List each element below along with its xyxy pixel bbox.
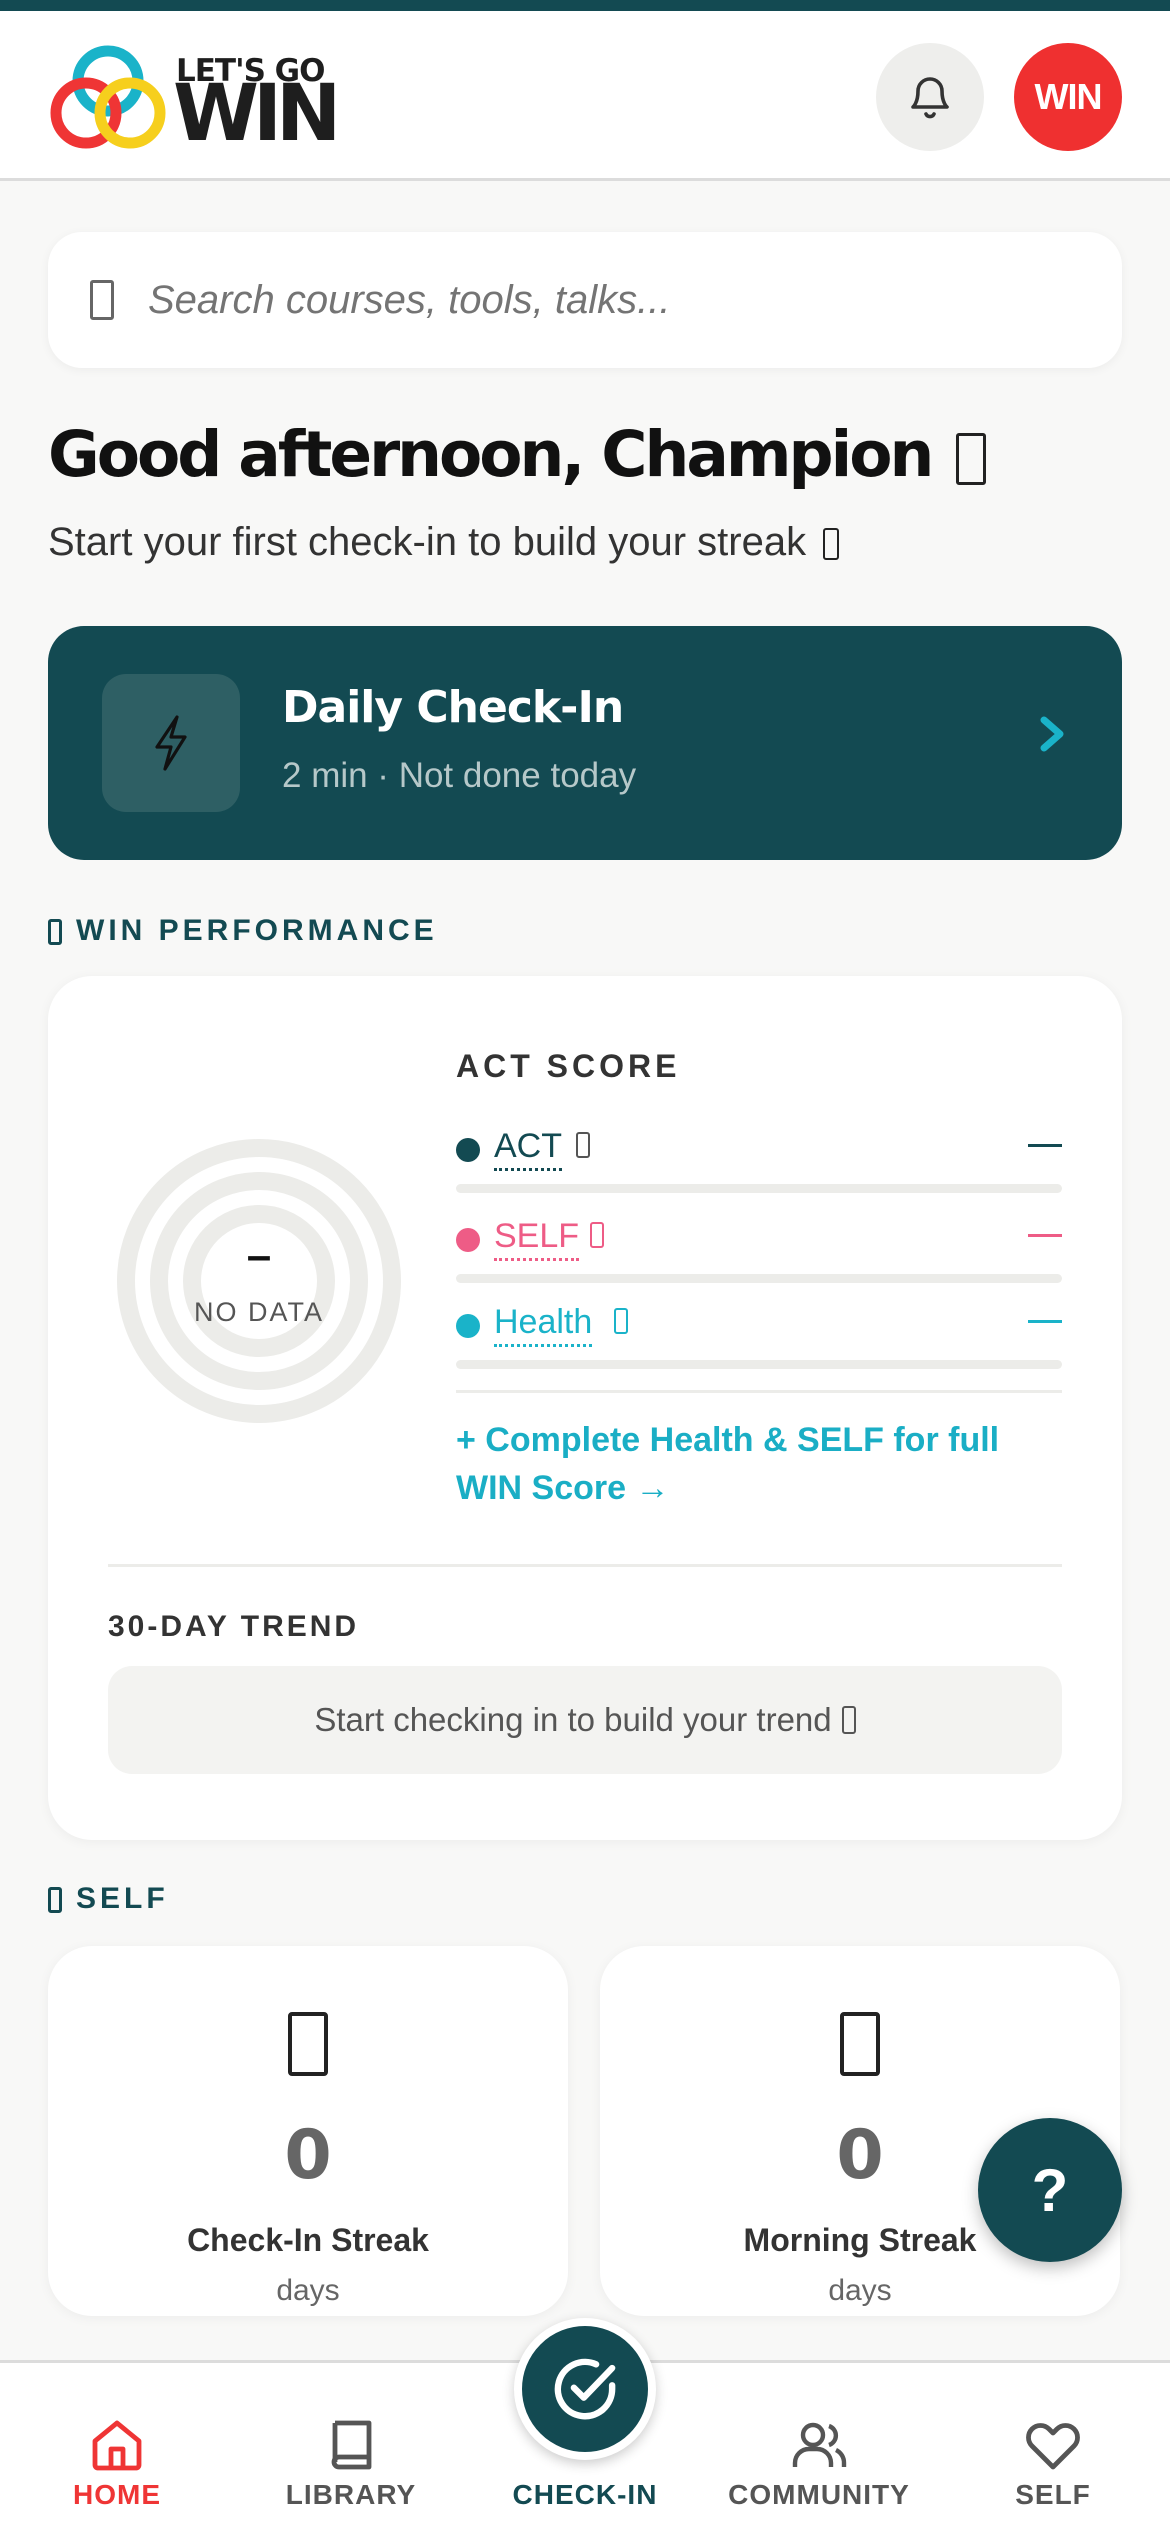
score-label-self[interactable]: SELF <box>494 1216 580 1261</box>
score-value-act <box>1028 1144 1062 1147</box>
score-value-health <box>1028 1320 1062 1323</box>
chart-emoji-icon <box>841 1706 856 1734</box>
nav-item-library[interactable]: LIBRARY <box>234 2363 468 2532</box>
search-icon <box>90 280 114 320</box>
score-bar-act <box>456 1184 1062 1193</box>
nav-item-home[interactable]: HOME <box>0 2363 234 2532</box>
info-icon[interactable] <box>590 1222 604 1248</box>
book-icon <box>331 2420 372 2470</box>
score-row-health[interactable]: Health <box>456 1302 1062 1372</box>
logo-rings-icon <box>50 45 166 149</box>
checkin-card-icon <box>102 674 240 812</box>
avatar[interactable]: WIN <box>1014 43 1122 151</box>
stat-card-checkin-streak[interactable]: 0 Check-In Streak days <box>48 1946 568 2316</box>
score-bar-self <box>456 1274 1062 1283</box>
stat-unit: days <box>828 2274 892 2307</box>
nav-label-home: HOME <box>73 2479 161 2510</box>
check-circle-icon <box>554 2358 616 2420</box>
users-icon <box>792 2422 847 2467</box>
nav-item-community[interactable]: COMMUNITY <box>702 2363 936 2532</box>
chart-emoji-icon <box>48 919 62 946</box>
complete-win-score-link[interactable]: + Complete Health & SELF for full WIN Sc… <box>456 1416 1056 1512</box>
daily-checkin-card[interactable]: Daily Check-In 2 min · Not done today <box>48 626 1122 860</box>
score-row-act[interactable]: ACT <box>456 1126 1062 1196</box>
top-accent-strip <box>0 0 1170 11</box>
heart-icon <box>1026 2423 1080 2470</box>
greeting-title-text: Good afternoon, Champion <box>48 418 934 491</box>
bell-icon <box>911 77 949 119</box>
score-bar-health <box>456 1360 1062 1369</box>
self-emoji-icon <box>48 1887 62 1914</box>
act-score-title: ACT SCORE <box>456 1048 681 1084</box>
section-label-self: SELF <box>48 1882 169 1916</box>
section-label-text: WIN PERFORMANCE <box>76 914 438 947</box>
donut-label: NO DATA <box>194 1297 324 1327</box>
search-bar[interactable] <box>48 232 1122 368</box>
donut-value: – <box>247 1231 271 1280</box>
nav-label-self: SELF <box>1015 2479 1091 2510</box>
score-row-self[interactable]: SELF <box>456 1216 1062 1286</box>
nav-item-self[interactable]: SELF <box>936 2363 1170 2532</box>
checkin-fab-button[interactable] <box>514 2318 656 2460</box>
lightning-icon <box>155 715 187 771</box>
info-icon[interactable] <box>614 1308 628 1334</box>
act-dot <box>456 1138 480 1162</box>
lets-go-win-logo[interactable]: LET'S GO WIN <box>48 41 368 156</box>
health-dot <box>456 1314 480 1338</box>
stat-value: 0 <box>284 2116 332 2195</box>
trend-title: 30-DAY TREND <box>108 1610 360 1643</box>
info-icon[interactable] <box>576 1132 590 1158</box>
score-value-self <box>1028 1234 1062 1237</box>
win-score-donut: – NO DATA <box>117 1139 401 1423</box>
logo-text-big: WIN <box>173 69 341 159</box>
section-label-text: SELF <box>76 1882 169 1915</box>
greeting-title: Good afternoon, Champion <box>48 418 1128 491</box>
trend-empty-text: Start checking in to build your trend <box>314 1701 832 1738</box>
nav-label-checkin: CHECK-IN <box>512 2479 658 2510</box>
search-input[interactable] <box>148 262 1068 338</box>
greeting-subtitle: Start your first check-in to build your … <box>48 520 840 565</box>
trend-divider <box>108 1564 1062 1567</box>
trend-empty-state: Start checking in to build your trend <box>108 1666 1062 1774</box>
wave-emoji-icon <box>956 432 987 485</box>
stat-label: Check-In Streak <box>187 2222 429 2258</box>
self-dot <box>456 1228 480 1252</box>
win-performance-card: – NO DATA ACT SCORE ACT SELF Health + Co… <box>48 976 1122 1840</box>
greeting-subtitle-text: Start your first check-in to build your … <box>48 520 807 564</box>
score-divider <box>456 1390 1062 1393</box>
section-label-win-performance: WIN PERFORMANCE <box>48 914 438 948</box>
app-header: LET'S GO WIN WIN <box>0 11 1170 181</box>
checkin-card-title: Daily Check-In <box>282 682 624 733</box>
score-label-health[interactable]: Health <box>494 1302 593 1347</box>
stat-unit: days <box>276 2274 340 2307</box>
help-button[interactable]: ? <box>978 2118 1122 2262</box>
nav-label-library: LIBRARY <box>285 2479 417 2510</box>
checkin-card-subtitle: 2 min · Not done today <box>282 756 637 795</box>
chevron-right-icon <box>1038 716 1066 757</box>
nav-label-community: COMMUNITY <box>728 2479 910 2510</box>
fire-emoji-icon <box>823 528 840 561</box>
sunrise-emoji-icon <box>840 2012 880 2076</box>
notifications-button[interactable] <box>876 43 984 151</box>
score-label-act[interactable]: ACT <box>494 1126 562 1171</box>
fire-emoji-icon <box>288 2012 328 2076</box>
home-icon <box>92 2420 142 2471</box>
